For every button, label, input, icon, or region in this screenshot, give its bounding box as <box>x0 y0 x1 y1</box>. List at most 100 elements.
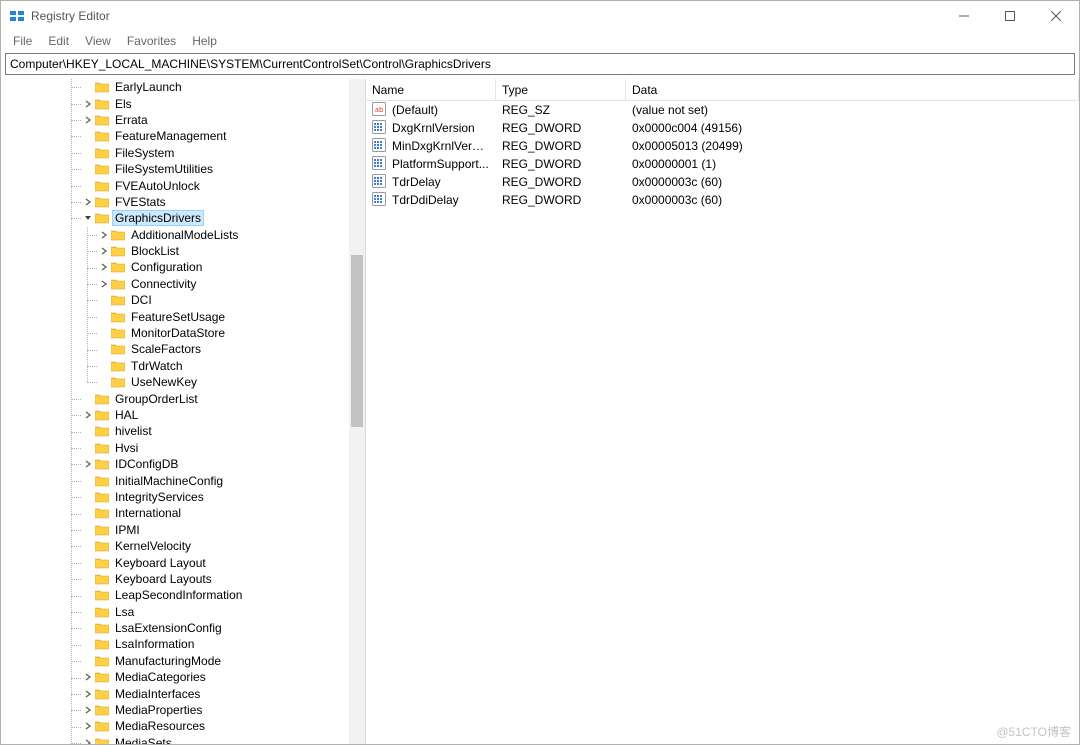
tree-item[interactable]: DCI <box>1 292 365 308</box>
tree-item[interactable]: FeatureManagement <box>1 128 365 144</box>
expand-closed-icon[interactable] <box>97 260 111 274</box>
tree-item-label: MediaCategories <box>113 670 208 684</box>
tree-item[interactable]: MonitorDataStore <box>1 325 365 341</box>
tree-item[interactable]: InitialMachineConfig <box>1 472 365 488</box>
registry-tree[interactable]: EarlyLaunchElsErrataFeatureManagement Fil… <box>1 79 365 744</box>
tree-item[interactable]: MediaCategories <box>1 669 365 685</box>
menu-file[interactable]: File <box>5 32 40 50</box>
tree-item[interactable]: LsaExtensionConfig <box>1 620 365 636</box>
tree-item[interactable]: HAL <box>1 407 365 423</box>
col-header-type[interactable]: Type <box>496 79 626 100</box>
tree-item[interactable]: Hvsi <box>1 440 365 456</box>
menu-help[interactable]: Help <box>184 32 225 50</box>
tree-item[interactable]: MediaProperties <box>1 702 365 718</box>
tree-item-label: InitialMachineConfig <box>113 474 225 488</box>
tree-item[interactable]: UseNewKey <box>1 374 365 390</box>
tree-item[interactable]: MediaSets <box>1 735 365 744</box>
tree-item[interactable]: ScaleFactors <box>1 341 365 357</box>
maximize-button[interactable] <box>987 1 1033 31</box>
expand-closed-icon[interactable] <box>81 113 95 127</box>
tree-item-label: GraphicsDrivers <box>113 211 203 225</box>
tree-item[interactable]: Connectivity <box>1 276 365 292</box>
folder-icon <box>95 212 109 224</box>
expand-closed-icon[interactable] <box>81 97 95 111</box>
tree-item-label: LsaExtensionConfig <box>113 621 224 635</box>
tree-item-label: HAL <box>113 408 140 422</box>
col-header-name[interactable]: Name <box>366 79 496 100</box>
tree-item-label: FileSystem <box>113 146 176 160</box>
tree-item[interactable]: FVEAutoUnlock <box>1 177 365 193</box>
tree-item[interactable]: BlockList <box>1 243 365 259</box>
value-type: REG_DWORD <box>502 121 581 135</box>
folder-icon <box>111 261 125 273</box>
menu-edit[interactable]: Edit <box>40 32 77 50</box>
value-row[interactable]: TdrDdiDelayREG_DWORD0x0000003c (60) <box>366 191 1079 209</box>
tree-item[interactable]: IPMI <box>1 522 365 538</box>
menu-favorites[interactable]: Favorites <box>119 32 184 50</box>
tree-item[interactable]: LeapSecondInformation <box>1 587 365 603</box>
tree-item[interactable]: GraphicsDrivers <box>1 210 365 226</box>
tree-item[interactable]: GroupOrderList <box>1 390 365 406</box>
menubar: File Edit View Favorites Help <box>1 31 1079 51</box>
tree-item[interactable]: MediaInterfaces <box>1 685 365 701</box>
value-row[interactable]: TdrDelayREG_DWORD0x0000003c (60) <box>366 173 1079 191</box>
tree-item[interactable]: TdrWatch <box>1 358 365 374</box>
expand-closed-icon[interactable] <box>97 228 111 242</box>
tree-item[interactable]: FileSystem <box>1 145 365 161</box>
tree-item-label: MonitorDataStore <box>129 326 227 340</box>
tree-item-label: LeapSecondInformation <box>113 588 244 602</box>
tree-item[interactable]: IntegrityServices <box>1 489 365 505</box>
tree-item[interactable]: ManufacturingMode <box>1 653 365 669</box>
col-header-data[interactable]: Data <box>626 79 1079 100</box>
tree-item[interactable]: Lsa <box>1 604 365 620</box>
tree-item[interactable]: LsaInformation <box>1 636 365 652</box>
minimize-button[interactable] <box>941 1 987 31</box>
tree-item[interactable]: EarlyLaunch <box>1 79 365 95</box>
expand-closed-icon[interactable] <box>81 719 95 733</box>
tree-item[interactable]: Els <box>1 95 365 111</box>
tree-item[interactable]: Errata <box>1 112 365 128</box>
tree-item[interactable]: AdditionalModeLists <box>1 227 365 243</box>
tree-item[interactable]: FileSystemUtilities <box>1 161 365 177</box>
folder-icon <box>95 622 109 634</box>
value-name: PlatformSupport... <box>392 157 489 171</box>
value-data: 0x0000003c (60) <box>632 175 722 189</box>
expand-open-icon[interactable] <box>81 211 95 225</box>
expand-closed-icon[interactable] <box>81 408 95 422</box>
tree-scrollbar-thumb[interactable] <box>351 255 363 427</box>
value-row[interactable]: PlatformSupport...REG_DWORD0x00000001 (1… <box>366 155 1079 173</box>
expand-closed-icon[interactable] <box>81 457 95 471</box>
value-row[interactable]: ab(Default)REG_SZ(value not set) <box>366 101 1079 119</box>
tree-item[interactable]: IDConfigDB <box>1 456 365 472</box>
menu-view[interactable]: View <box>77 32 119 50</box>
tree-item[interactable]: hivelist <box>1 423 365 439</box>
value-list-header[interactable]: Name Type Data <box>366 79 1079 101</box>
tree-item[interactable]: MediaResources <box>1 718 365 734</box>
address-bar[interactable]: Computer\HKEY_LOCAL_MACHINE\SYSTEM\Curre… <box>5 53 1075 75</box>
expand-closed-icon[interactable] <box>81 703 95 717</box>
tree-item[interactable]: International <box>1 505 365 521</box>
tree-item[interactable]: Keyboard Layouts <box>1 571 365 587</box>
folder-icon <box>95 688 109 700</box>
tree-item[interactable]: Keyboard Layout <box>1 554 365 570</box>
tree-item[interactable]: KernelVelocity <box>1 538 365 554</box>
expand-closed-icon[interactable] <box>97 244 111 258</box>
expand-closed-icon[interactable] <box>97 277 111 291</box>
tree-item-label: MediaSets <box>113 736 174 744</box>
value-list-body[interactable]: ab(Default)REG_SZ(value not set)DxgKrnlV… <box>366 101 1079 744</box>
tree-item[interactable]: FVEStats <box>1 194 365 210</box>
expand-closed-icon[interactable] <box>81 687 95 701</box>
dword-value-icon <box>372 156 388 172</box>
tree-item-label: MediaInterfaces <box>113 687 202 701</box>
value-row[interactable]: MinDxgKrnlVersi...REG_DWORD0x00005013 (2… <box>366 137 1079 155</box>
expand-closed-icon[interactable] <box>81 670 95 684</box>
tree-item[interactable]: Configuration <box>1 259 365 275</box>
expand-closed-icon[interactable] <box>81 195 95 209</box>
tree-item[interactable]: FeatureSetUsage <box>1 308 365 324</box>
tree-scrollbar[interactable] <box>349 79 365 744</box>
expand-closed-icon[interactable] <box>81 736 95 744</box>
titlebar[interactable]: Registry Editor <box>1 1 1079 31</box>
value-data: 0x00000001 (1) <box>632 157 716 171</box>
value-row[interactable]: DxgKrnlVersionREG_DWORD0x0000c004 (49156… <box>366 119 1079 137</box>
close-button[interactable] <box>1033 1 1079 31</box>
